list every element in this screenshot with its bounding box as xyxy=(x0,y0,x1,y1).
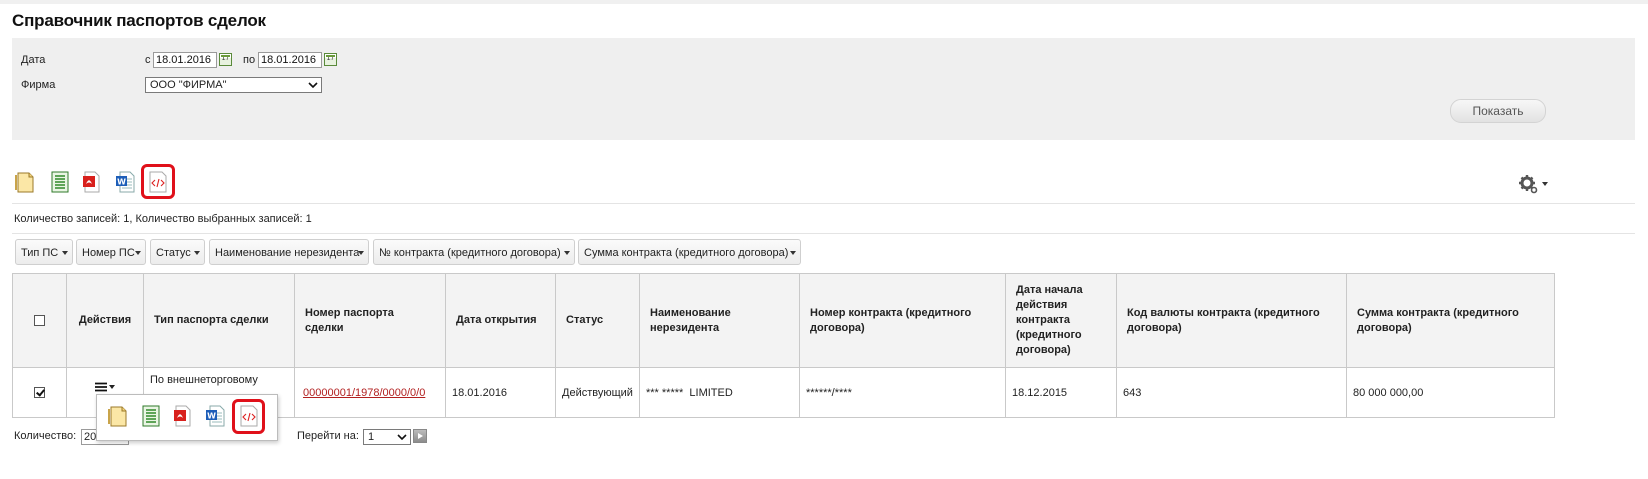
firm-select[interactable]: ООО "ФИРМА" xyxy=(145,77,322,93)
column-chip-type[interactable]: Тип ПС xyxy=(15,239,73,265)
pdf-icon[interactable] xyxy=(172,404,194,428)
chip-label: Статус xyxy=(156,247,191,259)
chevron-down-icon xyxy=(194,251,200,255)
calendar-day: 17 xyxy=(326,55,335,62)
date-to-input[interactable]: 18.01.2016 xyxy=(258,52,322,68)
firm-label: Фирма xyxy=(21,79,56,91)
calendar-icon[interactable]: 17 xyxy=(219,53,232,66)
xml-icon[interactable] xyxy=(238,404,260,428)
records-count: Количество записей: 1, Количество выбран… xyxy=(14,213,312,225)
top-bar xyxy=(0,0,1648,4)
column-header-number[interactable]: Номер паспорта сделки xyxy=(294,273,446,368)
calendar-day: 17 xyxy=(221,55,230,62)
cell-currency-code: 643 xyxy=(1116,367,1347,418)
firm-select-value: ООО "ФИРМА" xyxy=(150,79,227,91)
chip-label: Тип ПС xyxy=(21,247,59,259)
chevron-down-icon xyxy=(564,251,570,255)
chip-label: Наименование нерезидента xyxy=(215,247,360,259)
column-chip-number[interactable]: Номер ПС xyxy=(76,239,146,265)
gear-icon[interactable] xyxy=(1517,172,1549,196)
pager-goto-label: Перейти на: xyxy=(297,430,359,442)
chevron-down-icon xyxy=(358,251,364,255)
word-icon[interactable]: W xyxy=(114,170,136,194)
column-header-currency-code[interactable]: Код валюты контракта (кредитного договор… xyxy=(1116,273,1347,368)
column-header-contract-start[interactable]: Дата начала действия контракта (кредитно… xyxy=(1005,273,1117,368)
cell-contract-sum: 80 000 000,00 xyxy=(1346,367,1555,418)
divider xyxy=(12,203,1635,204)
column-header-open-date[interactable]: Дата открытия xyxy=(445,273,556,368)
date-from-label: с xyxy=(145,54,151,66)
svg-text:W: W xyxy=(117,178,126,187)
column-header-actions[interactable]: Действия xyxy=(66,273,144,368)
cell-contract-start: 18.12.2015 xyxy=(1005,367,1117,418)
chip-label: № контракта (кредитного договора) xyxy=(379,247,561,259)
calendar-icon[interactable]: 17 xyxy=(324,53,337,66)
cell-nonresident: *** ***** LIMITED xyxy=(639,367,800,418)
word-icon[interactable]: W xyxy=(204,404,226,428)
row-select-cell xyxy=(12,367,67,418)
chevron-down-icon xyxy=(308,82,318,89)
page-title: Справочник паспортов сделок xyxy=(12,11,266,30)
column-chip-nonresident[interactable]: Наименование нерезидента xyxy=(209,239,369,265)
pager-goto-value: 1 xyxy=(368,431,375,443)
chevron-down-icon xyxy=(109,384,115,389)
cell-number: 00000001/1978/0000/0/0 xyxy=(294,367,446,418)
document-icon[interactable] xyxy=(14,170,36,194)
pager-goto-select[interactable]: 1 xyxy=(363,429,411,445)
excel-icon[interactable] xyxy=(140,404,162,428)
select-all-checkbox[interactable] xyxy=(34,314,45,326)
show-button[interactable]: Показать xyxy=(1450,99,1546,123)
column-chip-contract-sum[interactable]: Сумма контракта (кредитного договора) xyxy=(578,239,801,265)
xml-icon[interactable] xyxy=(147,170,169,194)
passport-number-link[interactable]: 00000001/1978/0000/0/0 xyxy=(303,387,425,399)
chip-label: Номер ПС xyxy=(82,247,135,259)
chevron-down-icon xyxy=(62,251,68,255)
date-to-label: по xyxy=(243,54,256,66)
document-icon[interactable] xyxy=(107,404,129,428)
date-from-input[interactable]: 18.01.2016 xyxy=(153,52,217,68)
pdf-icon[interactable] xyxy=(81,170,103,194)
column-header-status[interactable]: Статус xyxy=(555,273,640,368)
column-chip-contract-number[interactable]: № контракта (кредитного договора) xyxy=(373,239,575,265)
menu-icon xyxy=(95,382,107,391)
table-header-row: Действия Тип паспорта сделки Номер паспо… xyxy=(12,273,1555,368)
actions-popup-menu: W xyxy=(96,394,278,441)
row-checkbox[interactable] xyxy=(34,387,45,399)
chevron-down-icon xyxy=(790,251,796,255)
svg-text:W: W xyxy=(207,412,216,421)
chevron-down-icon xyxy=(135,251,141,255)
page: Справочник паспортов сделок Дата с 18.01… xyxy=(0,0,1648,479)
cell-status: Действующий xyxy=(555,367,640,418)
select-all-cell xyxy=(12,273,67,368)
chip-label: Сумма контракта (кредитного договора) xyxy=(584,247,789,259)
actions-menu-button[interactable] xyxy=(95,378,115,393)
date-label: Дата xyxy=(21,54,46,66)
excel-icon[interactable] xyxy=(49,170,71,194)
column-header-type[interactable]: Тип паспорта сделки xyxy=(143,273,295,368)
cell-contract-number: ******/**** xyxy=(799,367,1006,418)
divider xyxy=(12,233,1635,234)
pager-count-label: Количество: xyxy=(14,430,77,442)
column-chip-status[interactable]: Статус xyxy=(150,239,205,265)
column-header-nonresident[interactable]: Наименование нерезидента xyxy=(639,273,800,368)
pager-go-button[interactable] xyxy=(413,429,427,443)
column-header-contract-sum[interactable]: Сумма контракта (кредитного договора) xyxy=(1346,273,1555,368)
column-header-contract-number[interactable]: Номер контракта (кредитного договора) xyxy=(799,273,1006,368)
chevron-down-icon xyxy=(397,434,407,441)
cell-open-date: 18.01.2016 xyxy=(445,367,556,418)
